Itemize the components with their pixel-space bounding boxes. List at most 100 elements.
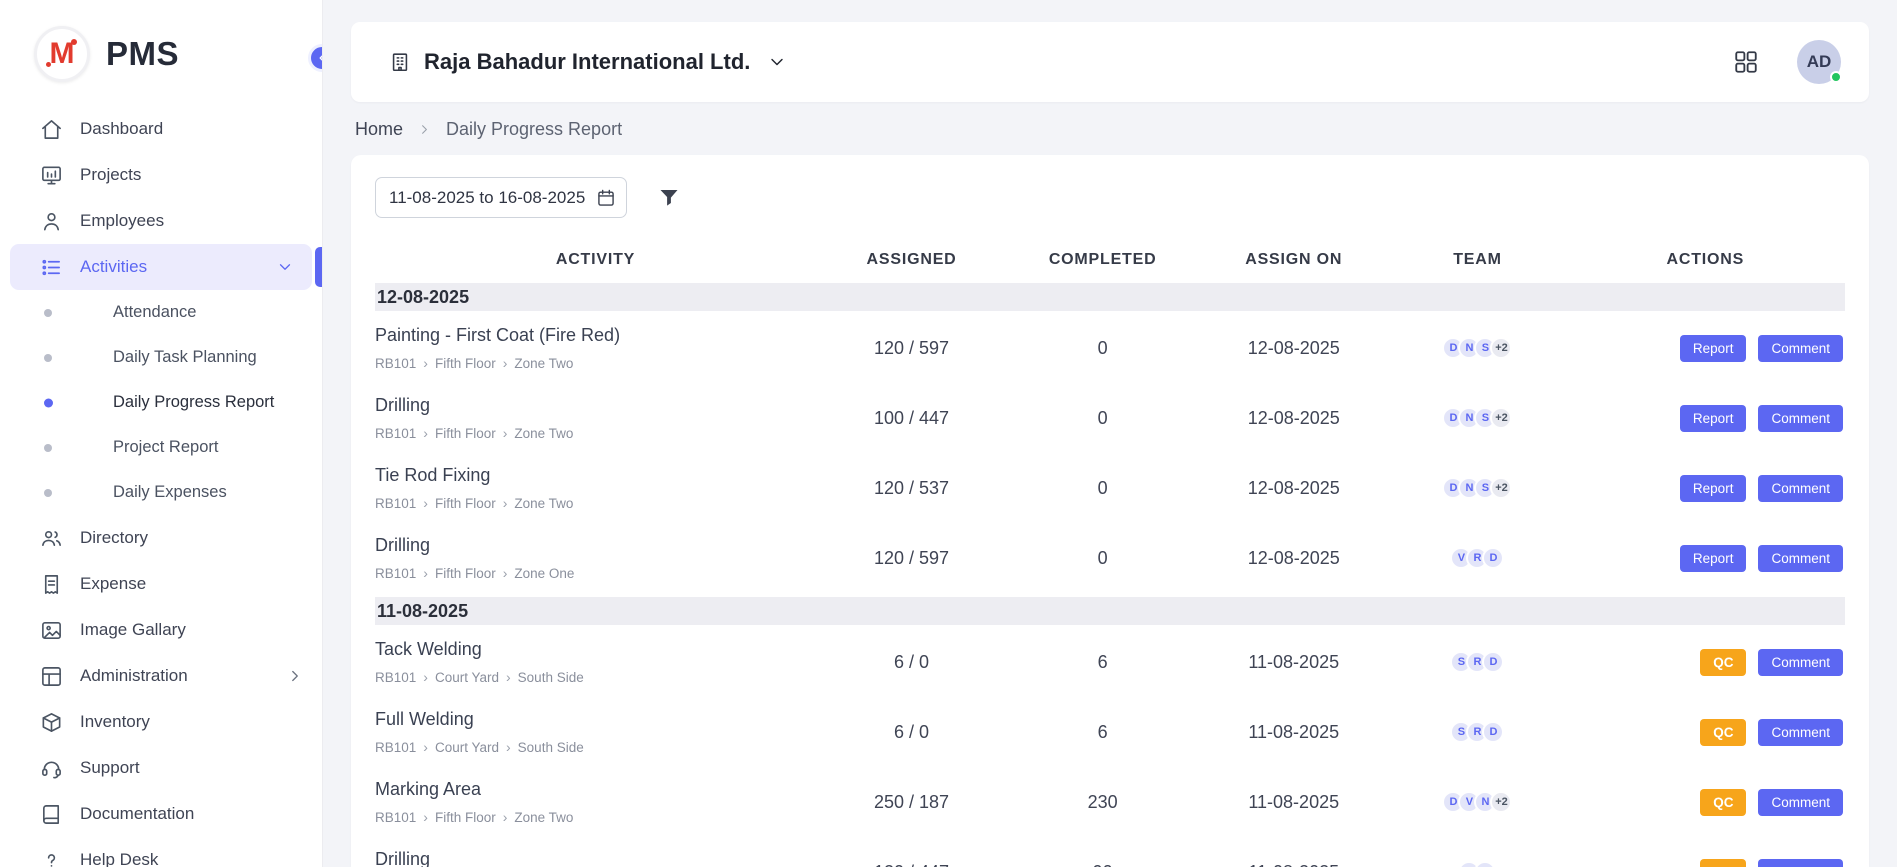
- sidebar-item-image-gallary[interactable]: Image Gallary: [0, 607, 322, 653]
- chevron-down-icon: [276, 258, 294, 276]
- sidebar-item-dashboard[interactable]: Dashboard: [0, 106, 322, 152]
- sidebar-item-expense[interactable]: Expense: [0, 561, 322, 607]
- report-button[interactable]: Report: [1680, 405, 1747, 432]
- sidebar-subitem-daily-expenses[interactable]: Daily Expenses: [0, 470, 322, 515]
- completed-value: 6: [1007, 722, 1198, 743]
- qc-button[interactable]: QC: [1700, 859, 1746, 867]
- main-area: Raja Bahadur International Ltd. AD Home …: [323, 0, 1897, 867]
- completed-value: 6: [1007, 652, 1198, 673]
- assigned-value: 120 / 597: [816, 548, 1007, 569]
- row-actions: Report Comment: [1566, 405, 1845, 432]
- location-crumb: Zone One: [514, 566, 574, 581]
- team-member-avatar: D: [1482, 547, 1504, 569]
- comment-button[interactable]: Comment: [1758, 719, 1843, 746]
- activity-name: Tack Welding: [375, 639, 816, 660]
- table-row: Marking Area RB101›Fifth Floor›Zone Two …: [375, 768, 1845, 838]
- completed-value: 230: [1007, 792, 1198, 813]
- filter-row: [375, 177, 1845, 218]
- sidebar-item-label: Inventory: [80, 712, 304, 732]
- sidebar-item-help-desk[interactable]: Help Desk: [0, 837, 322, 867]
- sidebar-item-activities[interactable]: Activities: [10, 244, 312, 290]
- location-crumb: Zone Two: [514, 426, 573, 441]
- building-icon: [389, 51, 411, 73]
- activity-location-path: RB101›Fifth Floor›Zone Two: [375, 809, 816, 825]
- team-more-chip[interactable]: +2: [1490, 791, 1512, 813]
- sidebar-nav: Dashboard Projects Employees Activities …: [0, 106, 322, 867]
- date-range-input[interactable]: [375, 177, 627, 218]
- location-crumb: Zone Two: [514, 810, 573, 825]
- assign-on-date: 11-08-2025: [1198, 792, 1389, 813]
- table-row: Drilling RB101›Fifth Floor›Zone One 120 …: [375, 524, 1845, 594]
- comment-button[interactable]: Comment: [1758, 405, 1843, 432]
- activity-cell: Drilling RB101›Fifth Floor›Zone Two: [375, 395, 816, 441]
- bullet-dot-icon: [44, 354, 52, 362]
- team-member-avatar: D: [1482, 721, 1504, 743]
- assign-on-date: 11-08-2025: [1198, 652, 1389, 673]
- team-more-chip[interactable]: +2: [1490, 407, 1512, 429]
- chevron-right-icon: [286, 667, 304, 685]
- assigned-value: 120 / 537: [816, 478, 1007, 499]
- row-actions: QC Comment: [1566, 789, 1845, 816]
- location-crumb: RB101: [375, 496, 416, 511]
- comment-button[interactable]: Comment: [1758, 649, 1843, 676]
- path-separator-icon: ›: [423, 355, 428, 371]
- table-row: Tie Rod Fixing RB101›Fifth Floor›Zone Tw…: [375, 454, 1845, 524]
- activity-cell: Tie Rod Fixing RB101›Fifth Floor›Zone Tw…: [375, 465, 816, 511]
- sidebar-item-projects[interactable]: Projects: [0, 152, 322, 198]
- report-button[interactable]: Report: [1680, 545, 1747, 572]
- report-button[interactable]: Report: [1680, 475, 1747, 502]
- online-status-dot: [1830, 71, 1842, 83]
- activity-location-path: RB101›Court Yard›South Side: [375, 739, 816, 755]
- team-more-chip[interactable]: +2: [1490, 337, 1512, 359]
- sidebar-item-label: Documentation: [80, 804, 304, 824]
- documentation-icon: [40, 803, 63, 826]
- qc-button[interactable]: QC: [1700, 649, 1746, 676]
- col-header-assigned: ASSIGNED: [816, 251, 1007, 269]
- calendar-icon: [596, 188, 616, 208]
- sidebar-item-employees[interactable]: Employees: [0, 198, 322, 244]
- path-separator-icon: ›: [503, 809, 508, 825]
- location-crumb: Court Yard: [435, 670, 499, 685]
- breadcrumb-home[interactable]: Home: [355, 119, 403, 140]
- location-crumb: Zone Two: [514, 496, 573, 511]
- assigned-value: 120 / 447: [816, 862, 1007, 867]
- sidebar-item-directory[interactable]: Directory: [0, 515, 322, 561]
- company-selector[interactable]: Raja Bahadur International Ltd.: [389, 49, 787, 75]
- sidebar-item-inventory[interactable]: Inventory: [0, 699, 322, 745]
- company-name: Raja Bahadur International Ltd.: [424, 49, 750, 75]
- user-avatar[interactable]: AD: [1797, 40, 1841, 84]
- sidebar-item-documentation[interactable]: Documentation: [0, 791, 322, 837]
- breadcrumb: Home Daily Progress Report: [355, 119, 1865, 140]
- qc-button[interactable]: QC: [1700, 789, 1746, 816]
- sidebar-subitem-daily-task-planning[interactable]: Daily Task Planning: [0, 335, 322, 380]
- assign-on-date: 12-08-2025: [1198, 338, 1389, 359]
- inventory-icon: [40, 711, 63, 734]
- sidebar-subitem-project-report[interactable]: Project Report: [0, 425, 322, 470]
- date-range-field: [375, 177, 627, 218]
- report-button[interactable]: Report: [1680, 335, 1747, 362]
- comment-button[interactable]: Comment: [1758, 545, 1843, 572]
- comment-button[interactable]: Comment: [1758, 335, 1843, 362]
- comment-button[interactable]: Comment: [1758, 475, 1843, 502]
- path-separator-icon: ›: [423, 495, 428, 511]
- sidebar-subitem-daily-progress-report[interactable]: Daily Progress Report: [0, 380, 322, 425]
- qc-button[interactable]: QC: [1700, 719, 1746, 746]
- path-separator-icon: ›: [423, 809, 428, 825]
- activity-table: ACTIVITY ASSIGNED COMPLETED ASSIGN ON TE…: [375, 240, 1845, 867]
- path-separator-icon: ›: [423, 425, 428, 441]
- sidebar-item-label: Projects: [80, 165, 304, 185]
- sidebar-item-label: Directory: [80, 528, 304, 548]
- comment-button[interactable]: Comment: [1758, 789, 1843, 816]
- location-crumb: Fifth Floor: [435, 810, 496, 825]
- sidebar-item-support[interactable]: Support: [0, 745, 322, 791]
- team-more-chip[interactable]: +2: [1490, 477, 1512, 499]
- sidebar-subitem-attendance[interactable]: Attendance: [0, 290, 322, 335]
- sidebar: M PMS Dashboard Projects Employees Activ…: [0, 0, 323, 867]
- team-avatars: DVN+2: [1389, 791, 1565, 813]
- apps-grid-button[interactable]: [1733, 49, 1759, 75]
- filter-button[interactable]: [657, 186, 681, 210]
- activity-cell: Drilling RB101›Fifth Floor›Zone One: [375, 535, 816, 581]
- location-crumb: RB101: [375, 670, 416, 685]
- comment-button[interactable]: Comment: [1758, 859, 1843, 867]
- sidebar-item-administration[interactable]: Administration: [0, 653, 322, 699]
